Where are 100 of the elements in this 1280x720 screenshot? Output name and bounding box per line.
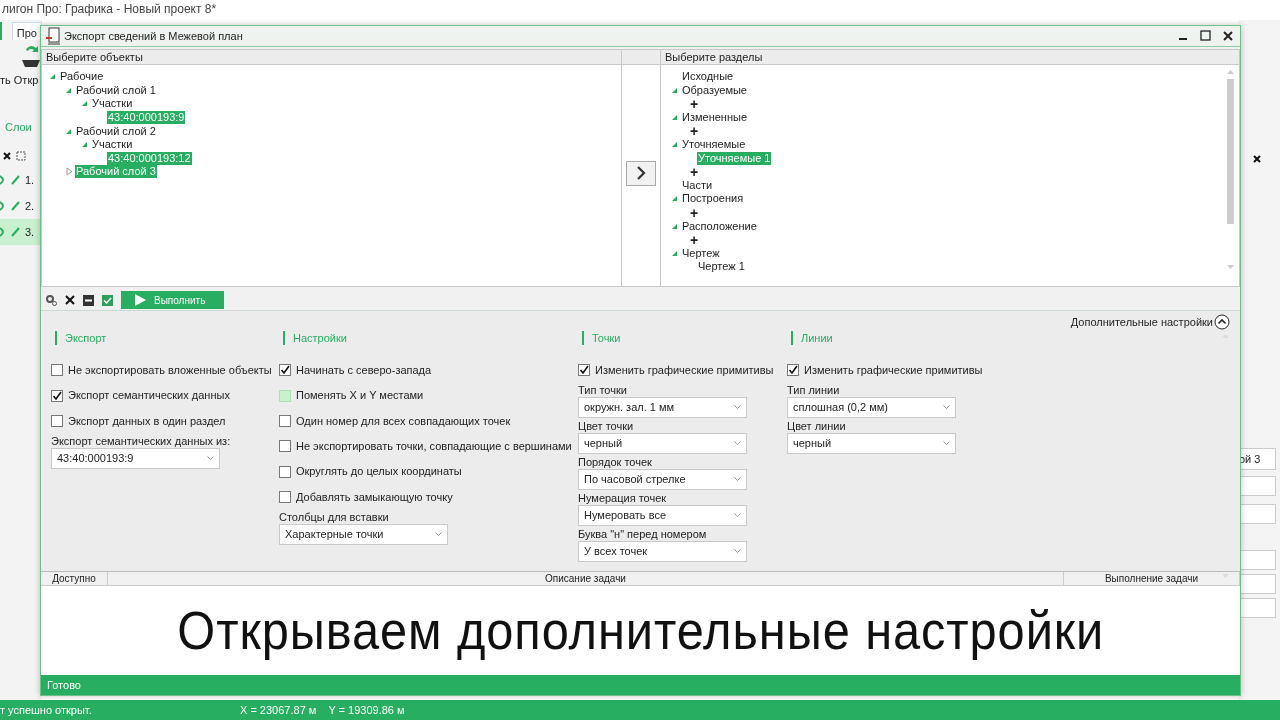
add-button[interactable]: + xyxy=(686,125,699,137)
select-icon[interactable] xyxy=(16,151,26,161)
checkbox[interactable] xyxy=(51,389,63,402)
caret-icon xyxy=(207,455,214,461)
ribbon-label[interactable]: ть xyxy=(0,72,11,89)
tree-item[interactable]: Образуемые xyxy=(681,83,748,97)
panel-header: Выберите разделы xyxy=(661,49,1239,65)
maximize-icon[interactable] xyxy=(1200,30,1211,42)
collapsed-arrow-icon[interactable] xyxy=(64,166,75,178)
dropdown-field[interactable]: Нумеровать все xyxy=(578,505,747,527)
more-settings-link[interactable]: Дополнительные настройки xyxy=(1070,313,1213,331)
status-text: Готово xyxy=(47,677,81,693)
checkbox-label[interactable]: Не экспортировать точки, совпадающие с вершинами xyxy=(296,438,572,455)
field-label: Тип точки xyxy=(578,384,628,398)
checkbox-label[interactable]: Округлять до целых координаты xyxy=(296,463,462,480)
ribbon-label[interactable]: Откр xyxy=(13,72,39,89)
caret-icon xyxy=(734,477,741,483)
checkbox-label[interactable]: Добавлять замыкающую точку xyxy=(296,488,453,506)
caret-icon xyxy=(943,405,950,411)
close-icon[interactable] xyxy=(1252,154,1262,164)
checkbox-label[interactable]: Изменить графические примитивы xyxy=(804,362,983,379)
eye-icon[interactable] xyxy=(0,175,6,185)
settings-icon[interactable] xyxy=(45,294,57,307)
add-button[interactable]: + xyxy=(686,206,699,219)
caret-icon xyxy=(734,549,741,555)
tree-item[interactable]: Рабочий слой 1 xyxy=(75,83,157,97)
tree-item[interactable]: Чертеж 1 xyxy=(697,260,746,274)
checkbox-label[interactable]: Изменить графические примитивы xyxy=(595,362,774,379)
field-label: Нумерация точек xyxy=(578,492,668,506)
pencil-icon[interactable] xyxy=(11,227,20,237)
tree-item[interactable]: Участки xyxy=(91,97,134,111)
checkbox[interactable] xyxy=(279,364,291,377)
dropdown-field[interactable]: сплошная (0,2 мм) xyxy=(787,397,956,419)
checkbox[interactable] xyxy=(51,415,63,427)
close-icon[interactable] xyxy=(2,151,12,161)
tree-item[interactable]: Части xyxy=(681,178,714,192)
pencil-icon[interactable] xyxy=(11,201,20,211)
layer-row[interactable]: 1. xyxy=(0,167,42,193)
dropdown-field[interactable]: У всех точек xyxy=(578,541,747,563)
tree-item[interactable]: Рабочие xyxy=(59,70,105,84)
chevron-right-icon xyxy=(636,166,646,181)
checkbox[interactable] xyxy=(279,440,291,453)
tree-item[interactable]: Построения xyxy=(681,192,745,206)
dropdown-field[interactable]: Характерные точки xyxy=(279,523,448,545)
tree-item[interactable]: Уточняемые xyxy=(681,138,747,152)
ribbon-tab[interactable]: Про xyxy=(11,22,42,40)
layer-number: 2. xyxy=(25,198,35,214)
checkbox[interactable] xyxy=(578,364,590,377)
dropdown-field[interactable]: черный xyxy=(578,433,747,455)
dropdown-field[interactable]: По часовой стрелке xyxy=(578,469,747,491)
checkbox[interactable] xyxy=(279,465,291,478)
eye-icon[interactable] xyxy=(0,227,6,237)
tree-item[interactable]: Расположение xyxy=(681,219,758,233)
layer-row[interactable]: 2. xyxy=(0,193,42,219)
dropdown-field[interactable]: окружн. зал. 1 мм xyxy=(578,397,747,419)
layer-number: 1. xyxy=(25,172,35,188)
pencil-icon[interactable] xyxy=(11,175,20,185)
checkbox-label[interactable]: Экспорт данных в один раздел xyxy=(68,412,226,430)
field-label: Цвет линии xyxy=(787,420,847,434)
caption: Открываем дополнительные настройки xyxy=(177,599,1104,662)
column-header: Доступно xyxy=(41,571,108,585)
tree-item[interactable]: Рабочий слой 2 xyxy=(75,124,157,138)
add-button[interactable]: + xyxy=(686,165,699,178)
export-icon xyxy=(45,26,61,45)
caret-icon xyxy=(734,513,741,519)
field-label: Порядок точек xyxy=(578,456,653,470)
refresh-icon[interactable] xyxy=(20,44,42,68)
checkbox-label[interactable]: Один номер для всех совпадающих точек xyxy=(296,412,511,430)
checkbox[interactable] xyxy=(279,415,291,427)
close-icon[interactable] xyxy=(65,295,75,306)
field-label: Цвет точки xyxy=(578,420,635,434)
checkbox-label[interactable]: Начинать с северо-запада xyxy=(296,362,432,379)
tree-item[interactable]: Измененные xyxy=(681,110,748,124)
collapse-toggle-icon[interactable] xyxy=(1214,314,1230,331)
tree-item[interactable]: Участки xyxy=(91,138,134,152)
add-button[interactable]: + xyxy=(686,233,699,246)
checkbox-label[interactable]: Экспорт семантических данных xyxy=(68,387,230,404)
dropdown-field[interactable]: черный xyxy=(787,433,956,455)
section-title: Точки xyxy=(582,330,787,345)
column-header: Описание задачи xyxy=(108,571,1064,585)
add-button[interactable]: + xyxy=(686,97,699,110)
check-icon[interactable] xyxy=(102,294,113,306)
tree-item[interactable]: Исходные xyxy=(681,70,735,84)
caret-icon xyxy=(734,441,741,447)
checkbox-label[interactable]: Не экспортировать вложенные объекты xyxy=(68,362,272,379)
column-header: Выполнение задачи xyxy=(1064,571,1240,585)
checkbox[interactable] xyxy=(51,364,63,377)
tree-item[interactable]: Чертеж xyxy=(681,246,721,260)
field-label: Буква "н" перед номером xyxy=(578,528,708,542)
checkbox[interactable] xyxy=(279,490,291,503)
checkbox[interactable] xyxy=(787,364,799,377)
eye-icon[interactable] xyxy=(0,201,6,211)
transfer-button[interactable] xyxy=(626,160,656,186)
close-icon[interactable] xyxy=(1223,30,1233,41)
section-title: Линии xyxy=(791,330,1087,345)
dropdown-field[interactable]: 43:40:000193:9 xyxy=(51,447,220,469)
checkbox-label[interactable]: Поменять X и Y местами xyxy=(296,387,424,404)
collapse-icon[interactable] xyxy=(83,294,94,306)
dialog-title: Экспорт сведений в Межевой план xyxy=(64,28,244,44)
layer-row[interactable]: 3. xyxy=(0,219,42,245)
